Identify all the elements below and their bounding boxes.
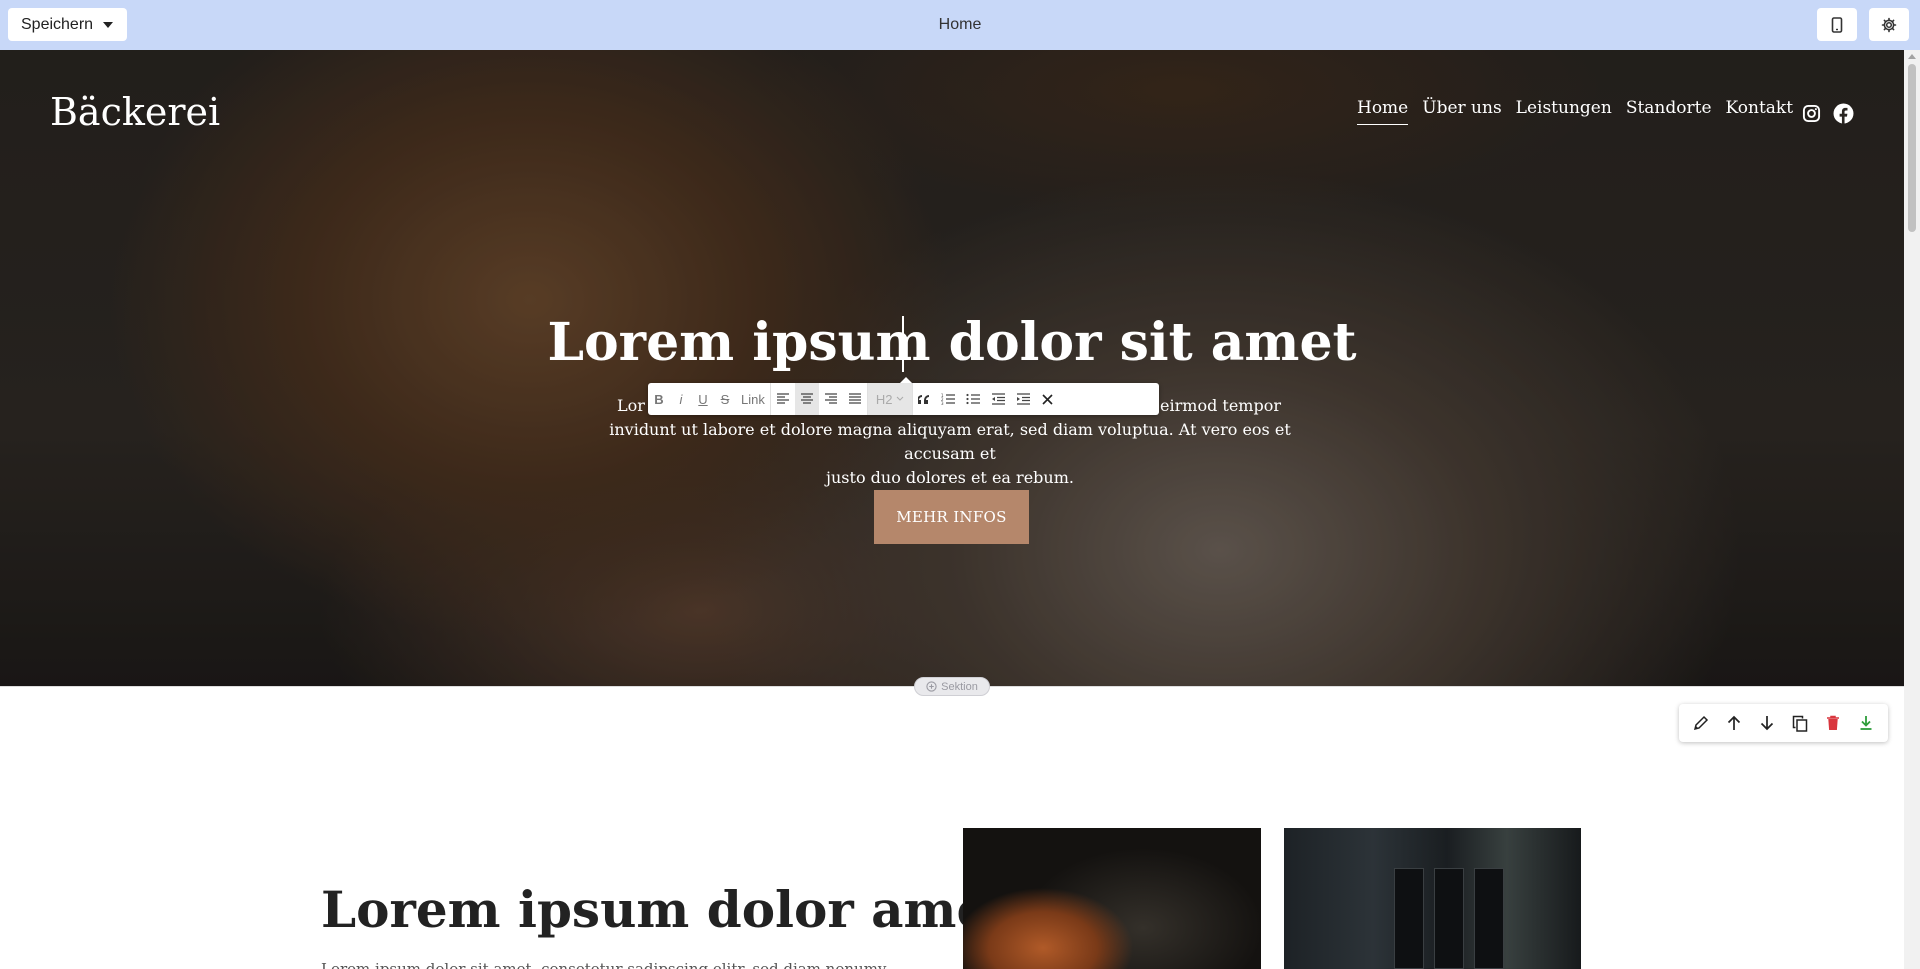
- page-title: Home: [938, 16, 982, 33]
- add-section-button[interactable]: Sektion: [914, 677, 990, 696]
- ordered-list-button[interactable]: 123: [936, 383, 961, 415]
- align-center-icon: [800, 393, 813, 404]
- edit-section-button[interactable]: [1689, 711, 1713, 735]
- text-format-toolbar: B i U S Link H2 123: [648, 377, 1159, 415]
- quote-icon: [918, 394, 930, 404]
- settings-button[interactable]: [1869, 8, 1909, 41]
- align-justify-button[interactable]: [843, 383, 867, 415]
- move-up-button[interactable]: [1722, 711, 1746, 735]
- scroll-up-arrow-icon[interactable]: [1908, 54, 1916, 59]
- indent-icon: [1017, 393, 1031, 405]
- instagram-icon[interactable]: [1800, 102, 1822, 124]
- mobile-preview-button[interactable]: [1817, 8, 1857, 41]
- quote-button[interactable]: [913, 383, 936, 415]
- nav-item-leistungen[interactable]: Leistungen: [1516, 98, 1612, 125]
- svg-text:3: 3: [941, 401, 944, 405]
- menu-board-graphic: [1394, 868, 1424, 969]
- menu-board-graphic: [1474, 868, 1504, 969]
- hero-section: Bäckerei Home Über uns Leistungen Stando…: [0, 50, 1904, 686]
- nav-item-kontakt[interactable]: Kontakt: [1726, 98, 1794, 125]
- nav-item-standorte[interactable]: Standorte: [1626, 98, 1712, 125]
- outdent-icon: [992, 393, 1006, 405]
- main-navigation: Home Über uns Leistungen Standorte Konta…: [1357, 98, 1793, 125]
- gear-icon: [1881, 17, 1897, 32]
- section-paragraph[interactable]: Lorem ipsum dolor sit amet, consetetur s…: [321, 958, 921, 969]
- indent-button[interactable]: [1011, 383, 1036, 415]
- pencil-icon: [1694, 715, 1709, 731]
- save-label: Speichern: [21, 15, 94, 33]
- bold-button[interactable]: B: [648, 383, 670, 415]
- bakery-interior-image[interactable]: [1284, 828, 1581, 969]
- facebook-icon[interactable]: [1832, 102, 1854, 124]
- align-justify-icon: [848, 393, 861, 404]
- nav-item-home[interactable]: Home: [1357, 98, 1409, 125]
- add-section-label: Sektion: [941, 680, 978, 693]
- arrow-up-icon: [1728, 715, 1741, 730]
- align-right-button[interactable]: [819, 383, 843, 415]
- ordered-list-icon: 123: [941, 393, 956, 405]
- arrow-down-icon: [1760, 716, 1774, 731]
- bullet-list-icon: [966, 393, 981, 405]
- hero-paragraph-line2: invidunt ut labore et dolore magna aliqu…: [609, 420, 1291, 463]
- heading-level-value: H2: [875, 391, 893, 407]
- align-right-icon: [824, 393, 837, 404]
- move-down-button[interactable]: [1755, 711, 1779, 735]
- underline-button[interactable]: U: [692, 383, 714, 415]
- phone-icon: [1831, 16, 1843, 33]
- menu-board-graphic: [1434, 868, 1464, 969]
- chevron-down-icon: [103, 21, 114, 28]
- section-action-toolbar: [1679, 704, 1888, 742]
- outdent-button[interactable]: [986, 383, 1011, 415]
- align-center-button[interactable]: [794, 383, 819, 415]
- save-dropdown-button[interactable]: Speichern: [8, 8, 128, 41]
- copy-icon: [1792, 715, 1808, 732]
- nav-item-ueber-uns[interactable]: Über uns: [1422, 98, 1501, 125]
- text-cursor: [902, 316, 904, 372]
- heading-level-select[interactable]: H2: [867, 383, 913, 415]
- chevron-down-icon: [897, 396, 904, 401]
- more-info-button[interactable]: MEHR INFOS: [874, 490, 1029, 544]
- download-section-button[interactable]: [1854, 711, 1878, 735]
- italic-button[interactable]: i: [670, 383, 692, 415]
- editor-topbar: Speichern Home: [0, 0, 1920, 50]
- hero-paragraph-line3: justo duo dolores et ea rebum.: [826, 468, 1074, 487]
- hero-heading[interactable]: Lorem ipsum dolor sit amet: [0, 312, 1904, 373]
- brand-logo[interactable]: Bäckerei: [50, 90, 220, 134]
- croissant-image[interactable]: [963, 828, 1261, 969]
- link-button[interactable]: Link: [736, 383, 770, 415]
- trash-icon: [1826, 715, 1839, 730]
- download-icon: [1860, 716, 1872, 730]
- plus-circle-icon: [926, 681, 937, 692]
- section-heading[interactable]: Lorem ipsum dolor amet: [321, 880, 1011, 939]
- scrollbar-thumb[interactable]: [1908, 64, 1916, 232]
- clear-format-button[interactable]: [1036, 383, 1058, 415]
- hero-paragraph-line1-start: Lor: [617, 396, 645, 415]
- align-left-button[interactable]: [771, 383, 795, 415]
- align-left-icon: [776, 393, 789, 404]
- duplicate-section-button[interactable]: [1788, 711, 1812, 735]
- strikethrough-button[interactable]: S: [714, 383, 736, 415]
- bullet-list-button[interactable]: [961, 383, 986, 415]
- delete-section-button[interactable]: [1821, 711, 1845, 735]
- hero-paragraph-line1-end: eirmod tempor: [1160, 396, 1281, 415]
- close-icon: [1042, 393, 1053, 405]
